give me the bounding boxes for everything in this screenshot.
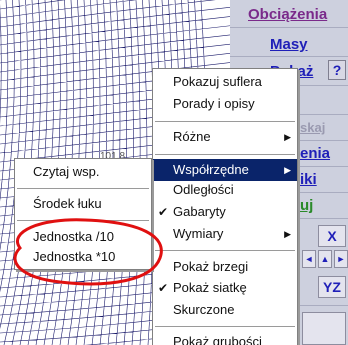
panel-divider (230, 56, 348, 57)
menu-item-label: Czytaj wsp. (33, 164, 100, 179)
menu-item-label: Wymiary (173, 226, 224, 241)
menu-item-skurczone[interactable]: Skurczone (153, 299, 297, 321)
link-pozycja[interactable]: enia (300, 145, 330, 162)
link-sciezka[interactable]: skaj (300, 120, 325, 135)
menu-item-label: Jednostka *10 (33, 249, 116, 264)
arrow-right-button[interactable]: ► (334, 250, 348, 268)
menu-item-pokaz-siatke[interactable]: ✔ Pokaż siatkę (153, 277, 297, 299)
menu-item-label: Jednostka /10 (33, 229, 114, 244)
menu-item-label: Środek łuku (33, 196, 102, 211)
menu-item-label: Skurczone (173, 302, 235, 317)
arrow-left-button[interactable]: ◄ (302, 250, 316, 268)
menu-item-label: Współrzędne (173, 162, 249, 177)
menu-item-label: Gabaryty (173, 204, 226, 219)
menu-item-wspolrzedne[interactable]: Współrzędne ▶ (153, 159, 297, 181)
submenu-item-jednostka-mul10[interactable]: Jednostka *10 (15, 246, 151, 268)
menu-item-odleglosci[interactable]: Odległości (153, 179, 297, 201)
menu-item-pokaz-grubosci[interactable]: Pokaż grubości (153, 331, 297, 345)
submenu-arrow-icon: ▶ (284, 165, 291, 175)
menu-item-gabaryty[interactable]: ✔ Gabaryty (153, 201, 297, 223)
menu-item-label: Pokaż siatkę (173, 280, 247, 295)
menu-separator (17, 220, 149, 222)
checkmark-icon: ✔ (158, 281, 169, 295)
menu-separator (155, 326, 295, 328)
link-obciazenia[interactable]: Obciążenia (248, 6, 327, 23)
help-button[interactable]: ? (328, 60, 346, 80)
menu-item-wymiary[interactable]: Wymiary ▶ (153, 223, 297, 245)
menu-separator (155, 121, 295, 123)
submenu-arrow-icon: ▶ (284, 229, 291, 239)
panel-lower-button[interactable] (302, 312, 346, 345)
submenu-item-jednostka-div10[interactable]: Jednostka /10 (15, 226, 151, 248)
link-warstwy[interactable]: uj (300, 197, 313, 214)
submenu-item-czytaj-wsp[interactable]: Czytaj wsp. (15, 161, 151, 183)
menu-item-rozne[interactable]: Różne ▶ (153, 126, 297, 148)
menu-separator (155, 250, 295, 252)
menu-item-label: Pokaż brzegi (173, 259, 249, 274)
menu-item-label: Pokaż grubości (173, 334, 262, 345)
coordinates-submenu: Czytaj wsp. Środek łuku Jednostka /10 Je… (14, 158, 152, 270)
menu-item-label: Pokazuj suflera (173, 74, 262, 89)
yz-view-button[interactable]: YZ (318, 276, 346, 298)
menu-item-label: Odległości (173, 182, 234, 197)
menu-item-label: Różne (173, 129, 211, 144)
menu-item-pokazuj-suflera[interactable]: Pokazuj suflera (153, 71, 297, 93)
x-view-button[interactable]: X (318, 225, 346, 247)
app-window: 101.8 Obciążenia Masy Pokaż ? skaj enia … (0, 0, 348, 345)
context-menu: Pokazuj suflera Porady i opisy Różne ▶ W… (152, 68, 298, 345)
link-masy[interactable]: Masy (270, 36, 308, 53)
menu-item-pokaz-brzegi[interactable]: Pokaż brzegi (153, 256, 297, 278)
link-wyniki[interactable]: iki (300, 171, 317, 188)
menu-separator (17, 188, 149, 190)
menu-separator (155, 154, 295, 156)
submenu-arrow-icon: ▶ (284, 132, 291, 142)
checkmark-icon: ✔ (158, 205, 169, 219)
menu-item-porady-i-opisy[interactable]: Porady i opisy (153, 93, 297, 115)
submenu-item-srodek-luku[interactable]: Środek łuku (15, 193, 151, 215)
menu-item-label: Porady i opisy (173, 96, 255, 111)
panel-divider (230, 27, 348, 28)
arrow-up-button[interactable]: ▲ (318, 250, 332, 268)
